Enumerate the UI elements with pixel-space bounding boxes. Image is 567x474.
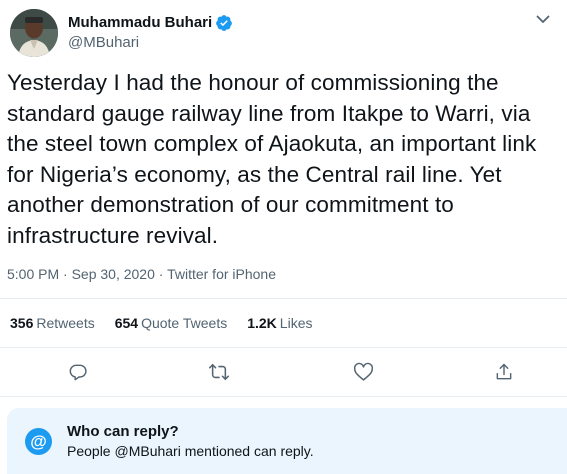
more-options-button[interactable] — [533, 10, 553, 30]
at-sign-icon: @ — [25, 428, 52, 455]
tweet-stats: 356 Retweets 654 Quote Tweets 1.2K Likes — [10, 313, 312, 333]
likes-stat[interactable]: 1.2K Likes — [247, 313, 312, 333]
like-button[interactable] — [349, 360, 377, 388]
chevron-down-icon — [536, 11, 550, 29]
retweets-count: 356 — [10, 315, 34, 331]
retweets-stat[interactable]: 356 Retweets — [10, 313, 95, 333]
retweet-button[interactable] — [205, 360, 233, 388]
avatar-image — [10, 9, 58, 57]
quotes-stat[interactable]: 654 Quote Tweets — [115, 313, 228, 333]
who-can-reply-title: Who can reply? — [67, 423, 179, 440]
likes-label: Likes — [279, 315, 313, 331]
divider — [0, 298, 567, 299]
author-name[interactable]: Muhammadu Buhari — [68, 13, 212, 33]
likes-count: 1.2K — [247, 315, 277, 331]
divider — [0, 347, 567, 348]
share-icon — [494, 362, 514, 387]
heart-icon — [353, 362, 374, 387]
author-handle[interactable]: @MBuhari — [68, 33, 233, 53]
retweet-icon — [208, 362, 230, 387]
retweets-label: Retweets — [36, 315, 95, 331]
author-info: Muhammadu Buhari @MBuhari — [68, 13, 233, 53]
who-can-reply-subtitle: People @MBuhari mentioned can reply. — [67, 443, 314, 459]
author-name-row: Muhammadu Buhari — [68, 13, 233, 33]
avatar[interactable] — [10, 9, 58, 57]
tweet-card: Muhammadu Buhari @MBuhari Yesterday I ha… — [0, 0, 567, 474]
tweet-meta[interactable]: 5:00 PM · Sep 30, 2020 · Twitter for iPh… — [7, 264, 276, 284]
tweet-header: Muhammadu Buhari @MBuhari — [10, 8, 233, 58]
verified-badge-icon — [215, 14, 233, 32]
quotes-label: Quote Tweets — [141, 315, 228, 331]
reply-button[interactable] — [64, 360, 92, 388]
tweet-text: Yesterday I had the honour of commission… — [7, 70, 537, 248]
share-button[interactable] — [490, 360, 518, 388]
tweet-actions — [0, 360, 567, 388]
divider — [0, 396, 567, 397]
reply-icon — [68, 362, 88, 387]
who-can-reply-banner: @ Who can reply? People @MBuhari mention… — [7, 408, 567, 474]
quotes-count: 654 — [114, 315, 139, 331]
